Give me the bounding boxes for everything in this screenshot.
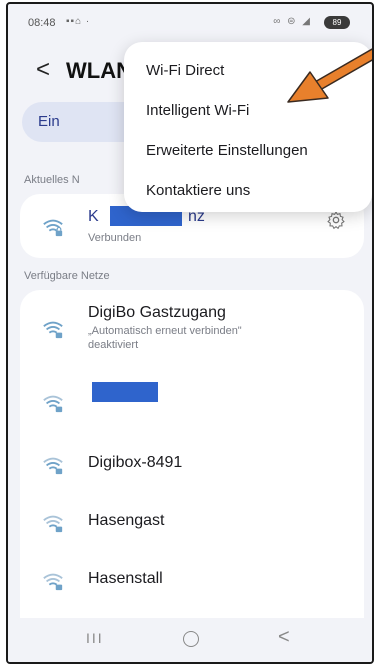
network-row[interactable] [20, 372, 364, 430]
current-network-status: Verbunden [88, 232, 142, 244]
wifi-lock-icon [43, 573, 63, 591]
wifi-lock-icon [43, 395, 63, 413]
network-name: DigiBo Gastzugang [88, 304, 226, 321]
available-networks-card: DigiBo Gastzugang „Automatisch erneut ve… [20, 290, 364, 662]
recents-button[interactable]: III [86, 630, 104, 646]
network-name: Hasenstall [88, 570, 163, 587]
available-networks-section-label: Verfügbare Netze [24, 270, 110, 282]
wifi-lock-icon [43, 321, 63, 339]
menu-item-intelligent-wifi[interactable]: Intelligent Wi-Fi [146, 102, 249, 119]
network-sub-2: deaktiviert [88, 339, 139, 351]
network-row[interactable]: Digibox-8491 [20, 436, 364, 494]
network-row[interactable]: DigiBo Gastzugang „Automatisch erneut ve… [20, 290, 364, 368]
status-time: 08:48 [28, 17, 56, 29]
phone-screen: 08:48 ▪▪⌂ · ∞ ⊜ ◢ 89 < WLAN Ein Aktuelle… [6, 2, 374, 664]
battery-icon: 89 [324, 16, 350, 29]
wifi-lock-icon [43, 219, 63, 237]
wifi-lock-icon [43, 515, 63, 533]
page-title: WLAN [66, 58, 132, 83]
annotation-arrow-icon [287, 48, 372, 103]
master-switch-label: Ein [38, 113, 60, 130]
navigation-bar: III < [8, 618, 372, 662]
wifi-lock-icon [43, 457, 63, 475]
gear-icon[interactable] [326, 210, 346, 230]
current-network-name-start: K [88, 208, 99, 225]
back-button[interactable]: < [36, 58, 50, 82]
network-row[interactable]: Hasenstall [20, 552, 364, 610]
network-row[interactable]: Hasengast [20, 494, 364, 552]
status-bar: 08:48 ▪▪⌂ · ∞ ⊜ ◢ 89 [8, 4, 372, 44]
current-network-section-label: Aktuelles N [24, 174, 80, 186]
redacted-network-name [92, 382, 158, 402]
home-button[interactable] [183, 631, 199, 647]
network-name: Digibox-8491 [88, 454, 183, 471]
nav-back-button[interactable]: < [278, 626, 290, 649]
signal-icons: ∞ ⊜ ◢ [273, 16, 312, 27]
menu-item-contact-us[interactable]: Kontaktiere uns [146, 182, 250, 199]
menu-item-advanced-settings[interactable]: Erweiterte Einstellungen [146, 142, 308, 159]
network-sub-1: „Automatisch erneut verbinden" [88, 325, 242, 337]
menu-item-wifi-direct[interactable]: Wi-Fi Direct [146, 62, 224, 79]
notification-icons: ▪▪⌂ · [66, 16, 91, 27]
network-name: Hasengast [88, 512, 165, 529]
